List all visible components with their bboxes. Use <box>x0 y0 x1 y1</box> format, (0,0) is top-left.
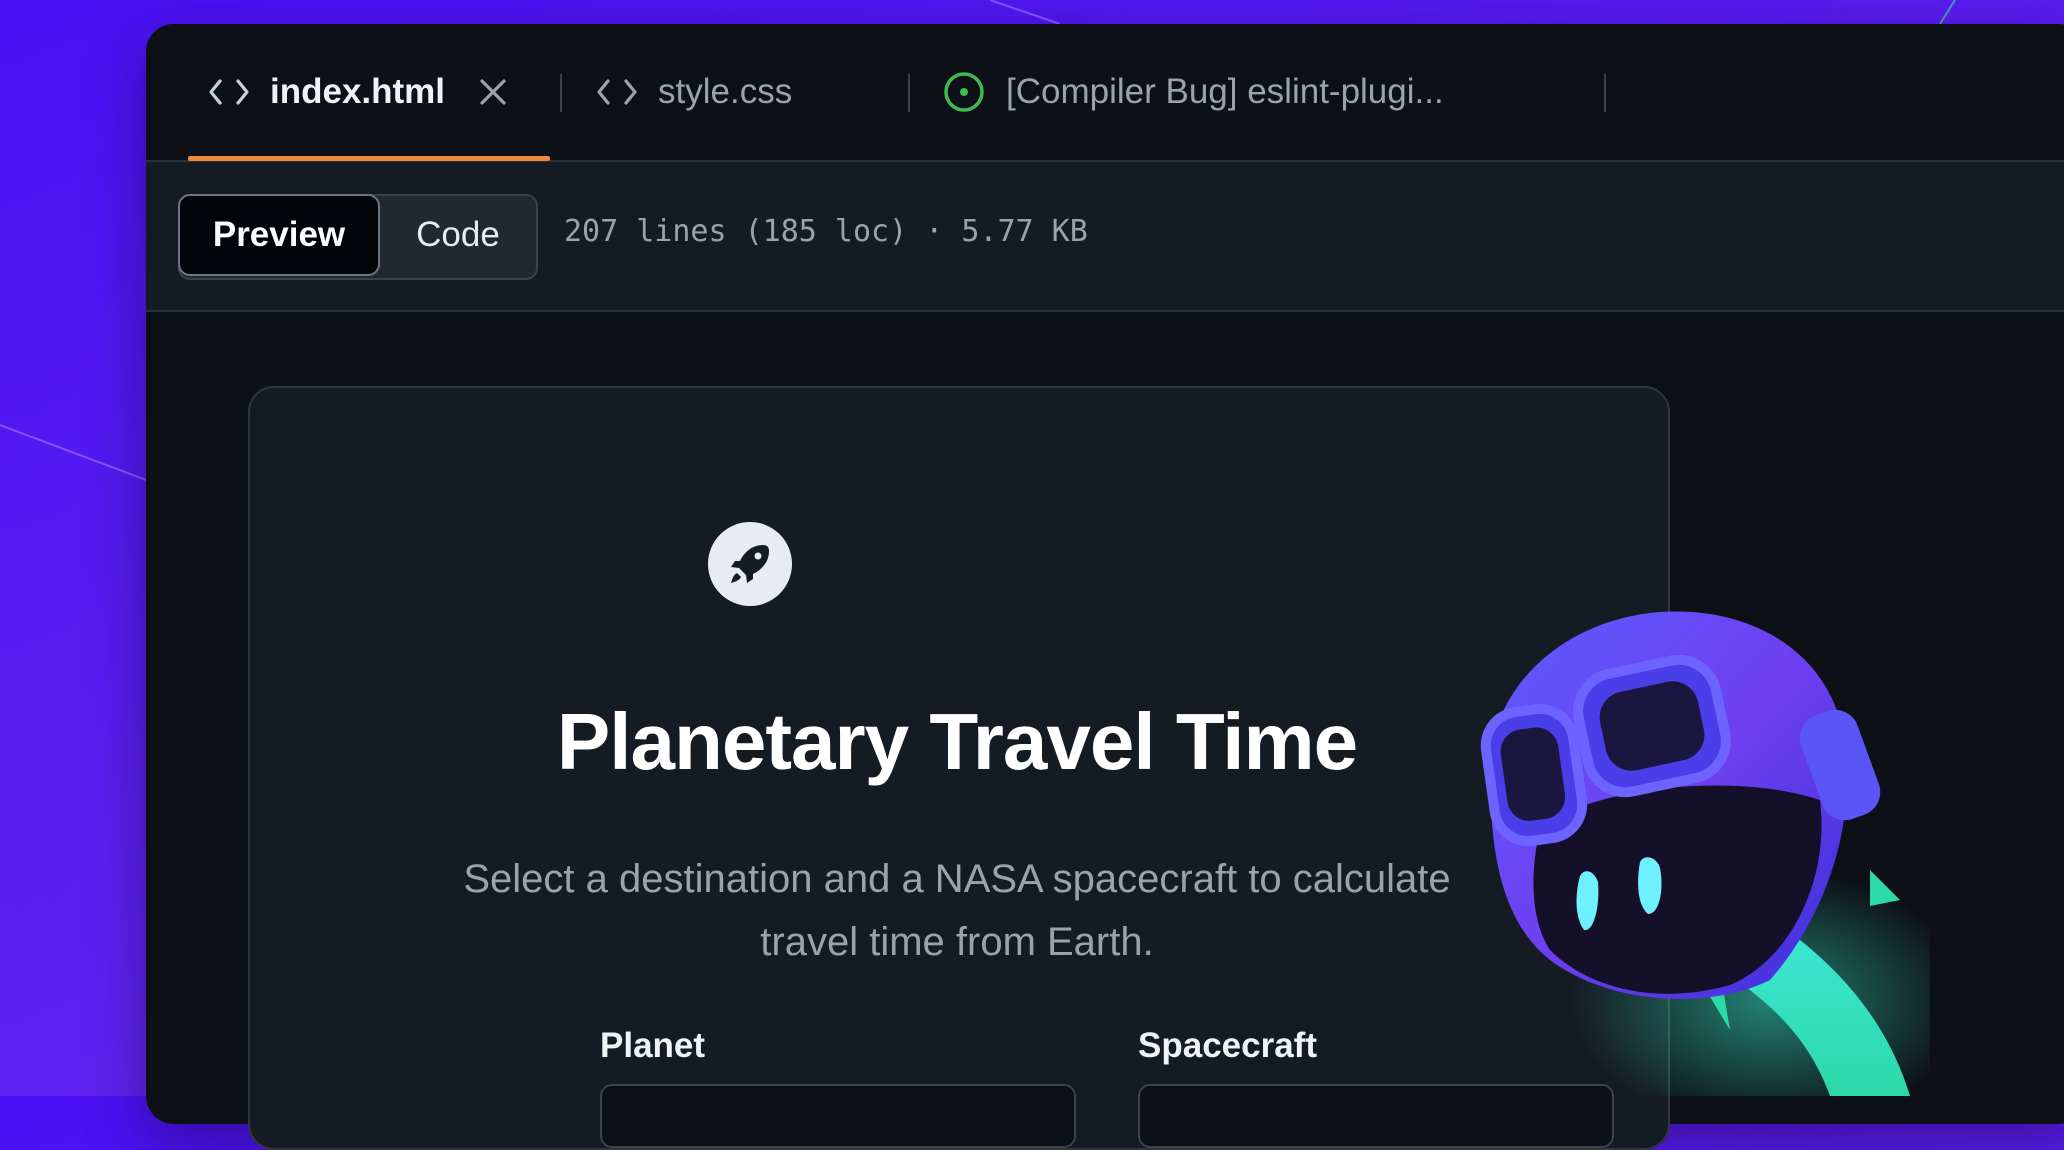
tab-compiler-bug-issue[interactable]: [Compiler Bug] eslint-plugi... <box>942 24 1444 160</box>
preview-button[interactable]: Preview <box>178 194 380 276</box>
view-toggle: Preview Code <box>178 194 538 280</box>
tab-label: style.css <box>658 72 793 111</box>
page-title: Planetary Travel Time <box>556 697 1358 786</box>
rocket-icon <box>708 522 792 606</box>
tab-separator <box>908 74 910 112</box>
active-tab-indicator <box>188 156 550 161</box>
code-icon <box>596 77 638 107</box>
subtitle-line: travel time from Earth. <box>760 920 1154 964</box>
spacecraft-label: Spacecraft <box>1138 1026 1317 1065</box>
tab-style-css[interactable]: style.css <box>596 24 792 160</box>
tab-separator <box>1604 74 1606 112</box>
code-icon <box>208 77 250 107</box>
planet-select[interactable] <box>600 1084 1076 1148</box>
page-subtitle: Select a destination and a NASA spacecra… <box>248 848 1666 974</box>
tab-separator <box>560 74 562 112</box>
tab-label: index.html <box>270 72 446 111</box>
issue-open-icon <box>942 70 986 114</box>
tab-bar: index.html style.css [Compiler Bug] esli… <box>146 24 2064 162</box>
file-meta: 207 lines (185 loc) · 5.77 KB <box>564 214 1088 249</box>
tab-index-html[interactable]: index.html <box>208 24 507 160</box>
close-icon[interactable] <box>479 78 507 106</box>
code-button[interactable]: Code <box>380 194 536 276</box>
planet-label: Planet <box>600 1026 706 1065</box>
tab-label: [Compiler Bug] eslint-plugi... <box>1006 72 1444 111</box>
mascot-illustration <box>1480 611 1930 1096</box>
subtitle-line: Select a destination and a NASA spacecra… <box>463 857 1451 901</box>
